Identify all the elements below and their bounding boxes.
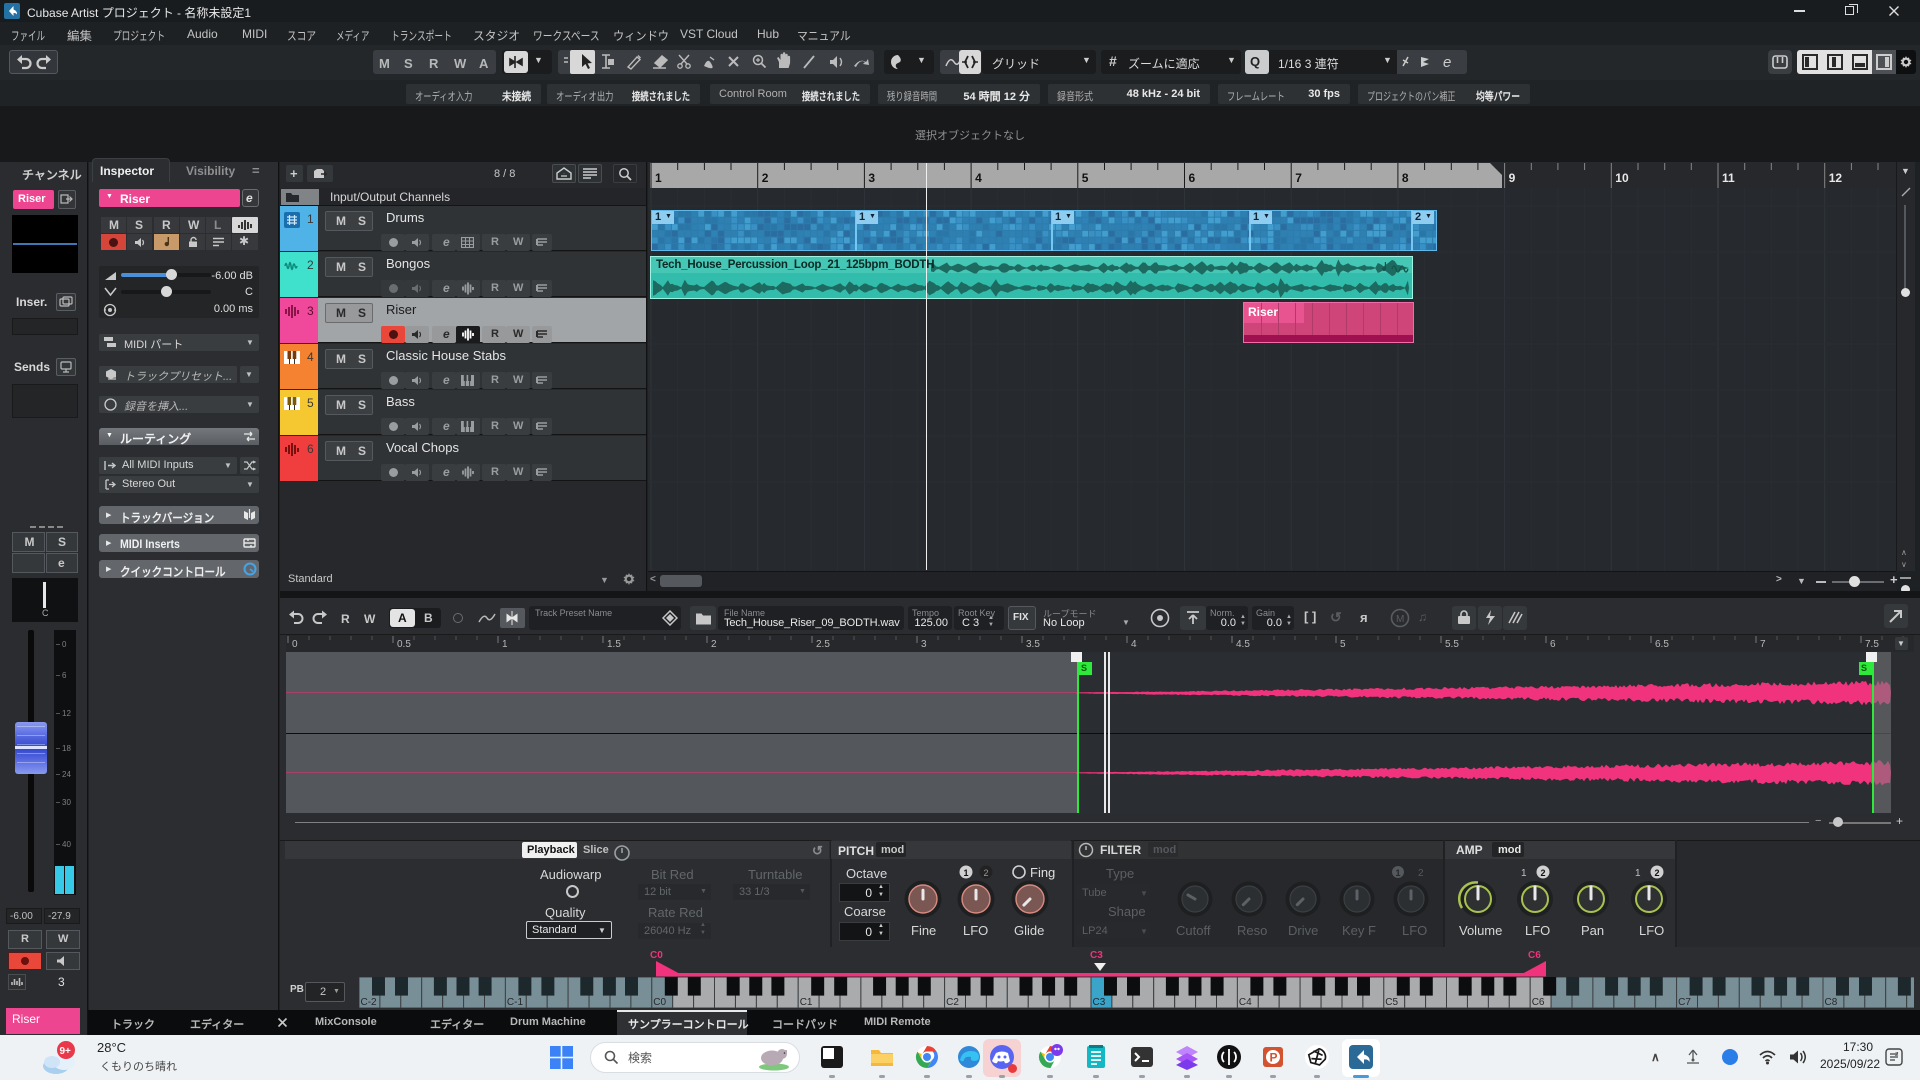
svg-text:Fine: Fine <box>911 923 936 938</box>
svg-text:▼: ▼ <box>1140 927 1148 936</box>
svg-text:2: 2 <box>1655 868 1660 878</box>
svg-text:1: 1 <box>1396 868 1401 878</box>
svg-text:4: 4 <box>1131 639 1137 650</box>
svg-text:2.5: 2.5 <box>816 639 830 650</box>
svg-text:LFO: LFO <box>963 923 988 938</box>
svg-text:1: 1 <box>1521 868 1527 879</box>
svg-text:0: 0 <box>292 639 298 650</box>
svg-text:2: 2 <box>1541 868 1546 878</box>
svg-text:6.5: 6.5 <box>1655 639 1669 650</box>
svg-text:C6: C6 <box>1532 997 1545 1008</box>
svg-text:3: 3 <box>868 171 875 185</box>
svg-text:Type: Type <box>1106 866 1134 881</box>
svg-text:10: 10 <box>1615 171 1629 185</box>
svg-text:LFO: LFO <box>1402 923 1427 938</box>
svg-text:AMP: AMP <box>1456 843 1483 857</box>
svg-text:C0: C0 <box>653 997 666 1008</box>
svg-text:5: 5 <box>1082 171 1089 185</box>
svg-text:LP24: LP24 <box>1082 925 1108 937</box>
svg-text:C4: C4 <box>1239 997 1252 1008</box>
svg-text:M: M <box>1396 614 1404 625</box>
svg-text:3.5: 3.5 <box>1026 639 1040 650</box>
svg-text:1.5: 1.5 <box>607 639 621 650</box>
svg-text:4.5: 4.5 <box>1236 639 1250 650</box>
svg-text:5: 5 <box>1340 639 1346 650</box>
svg-text:C5: C5 <box>1385 997 1398 1008</box>
svg-text:12: 12 <box>1829 171 1843 185</box>
svg-text:LFO: LFO <box>1525 923 1550 938</box>
svg-text:8: 8 <box>1402 171 1409 185</box>
svg-text:mod: mod <box>1153 844 1176 856</box>
svg-text:6: 6 <box>1550 639 1556 650</box>
svg-text:C-2: C-2 <box>361 997 378 1008</box>
svg-text:2: 2 <box>711 639 717 650</box>
svg-text:Shape: Shape <box>1108 904 1146 919</box>
svg-text:z: z <box>1895 1051 1899 1058</box>
svg-text:mod: mod <box>1498 844 1521 856</box>
svg-text:2: 2 <box>984 868 989 878</box>
svg-text:0.5: 0.5 <box>397 639 411 650</box>
svg-text:C7: C7 <box>1678 997 1691 1008</box>
svg-text:2: 2 <box>1418 868 1424 879</box>
svg-text:C8: C8 <box>1825 997 1838 1008</box>
svg-text:LFO: LFO <box>1639 923 1664 938</box>
svg-text:2: 2 <box>762 171 769 185</box>
svg-text:▼: ▼ <box>1140 889 1148 898</box>
svg-text:7: 7 <box>1295 171 1302 185</box>
svg-text:1: 1 <box>1635 868 1641 879</box>
svg-text:Key F: Key F <box>1342 923 1376 938</box>
svg-text:7.5: 7.5 <box>1865 639 1879 650</box>
svg-text:9+: 9+ <box>60 1046 72 1057</box>
svg-text:5.5: 5.5 <box>1445 639 1459 650</box>
svg-text:Fing: Fing <box>1030 865 1055 880</box>
svg-text:C2: C2 <box>946 997 959 1008</box>
svg-text:Pan: Pan <box>1581 923 1604 938</box>
svg-text:FILTER: FILTER <box>1100 843 1141 857</box>
svg-text:1: 1 <box>655 171 662 185</box>
svg-text:P: P <box>1270 1051 1278 1065</box>
svg-text:9: 9 <box>1509 171 1516 185</box>
svg-text:6: 6 <box>1189 171 1196 185</box>
svg-text:7: 7 <box>1760 639 1766 650</box>
svg-text:1: 1 <box>964 868 969 878</box>
svg-text:e: e <box>1443 54 1451 71</box>
svg-text:1: 1 <box>502 639 508 650</box>
svg-text:3: 3 <box>921 639 927 650</box>
svg-text:C3: C3 <box>1093 997 1106 1008</box>
svg-text:Tube: Tube <box>1082 887 1107 899</box>
svg-text:Cutoff: Cutoff <box>1176 923 1211 938</box>
svg-text:Drive: Drive <box>1288 923 1318 938</box>
svg-text:Volume: Volume <box>1459 923 1502 938</box>
svg-text:C1: C1 <box>800 997 813 1008</box>
svg-text:C-1: C-1 <box>507 997 524 1008</box>
svg-text:Glide: Glide <box>1014 923 1044 938</box>
svg-text:11: 11 <box>1722 171 1735 185</box>
svg-text:Reso: Reso <box>1237 923 1267 938</box>
svg-text:4: 4 <box>975 171 982 185</box>
